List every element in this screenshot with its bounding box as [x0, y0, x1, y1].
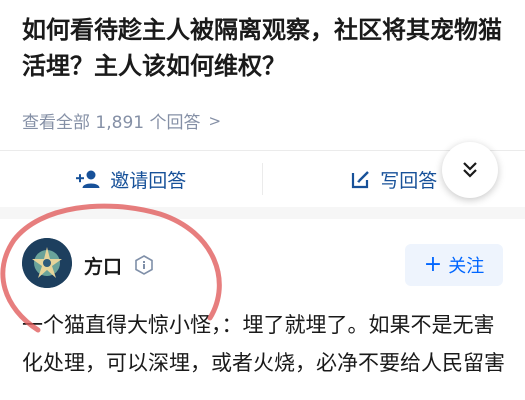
invite-answer-button[interactable]: 邀请回答: [0, 151, 263, 207]
double-chevron-down-icon: [463, 162, 477, 178]
follow-label: 关注: [448, 256, 485, 277]
answer-count-text: 查看全部 1,891 个回答: [22, 113, 201, 133]
answer-excerpt[interactable]: 一个猫直得大惊小怪，：埋了就埋了。如果不是无害化处理，可以深埋，或者火烧，必净不…: [22, 306, 514, 382]
view-all-answers-link[interactable]: 查看全部 1,891 个回答 >: [22, 108, 222, 134]
write-answer-label: 写回答: [380, 169, 438, 192]
plus-icon: +: [423, 252, 443, 277]
author-name[interactable]: 方口: [84, 252, 122, 279]
section-gap: [0, 207, 525, 219]
avatar[interactable]: [22, 238, 72, 288]
invite-answer-label: 邀请回答: [110, 169, 187, 192]
hexagon-badge-icon: [135, 255, 153, 275]
action-separator: [262, 163, 263, 195]
chevron-right-icon: >: [208, 111, 222, 130]
follow-button[interactable]: + 关注: [405, 244, 503, 286]
question-title: 如何看待趁主人被隔离观察，社区将其宠物猫活埋？主人该如何维权？: [22, 16, 502, 80]
edit-icon: [352, 171, 370, 189]
person-add-icon: [76, 170, 100, 188]
expand-button[interactable]: [442, 142, 498, 198]
